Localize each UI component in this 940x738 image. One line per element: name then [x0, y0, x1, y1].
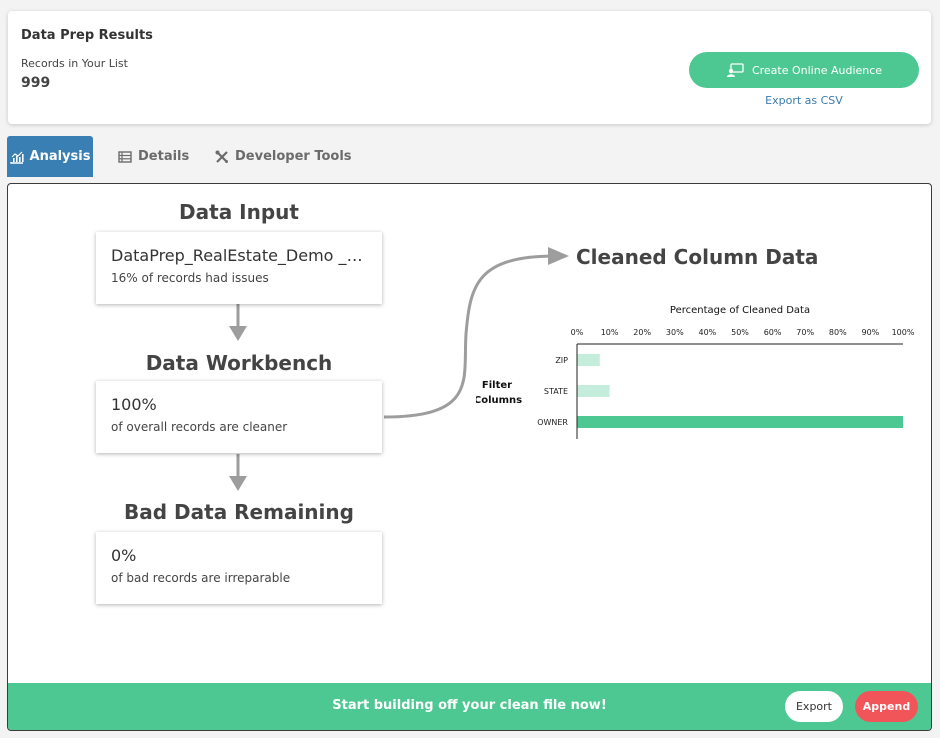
bad-data-box: 0% of bad records are irreparable [96, 532, 382, 604]
chart-ylabel-line2: Columns [476, 395, 522, 406]
data-workbench-title: Data Workbench [145, 351, 333, 375]
export-csv-link[interactable]: Export as CSV [689, 94, 919, 107]
records-count: 999 [21, 75, 51, 91]
arrow-head-cleaned [548, 247, 569, 265]
create-online-audience-label: Create Online Audience [751, 63, 883, 77]
data-input-title: Data Input [179, 200, 299, 224]
export-button[interactable]: Export [785, 691, 843, 722]
data-workbench-percent: 100% [111, 395, 157, 414]
records-label: Records in Your List [21, 57, 128, 70]
data-input-filename: DataPrep_RealEstate_Demo _1... [111, 246, 367, 265]
analysis-panel: Data Input DataPrep_RealEstate_Demo _1..… [7, 183, 932, 731]
bad-data-desc: of bad records are irreparable [111, 571, 291, 585]
chart-x-tick-label: 10% [601, 328, 619, 337]
chart-x-tick-label: 60% [764, 328, 782, 337]
tab-analysis[interactable]: Analysis [7, 136, 93, 177]
chart-category-label: ZIP [555, 356, 568, 365]
chart-category-label: OWNER [537, 418, 568, 427]
chart-x-tick-label: 70% [796, 328, 814, 337]
chart-x-tick-label: 90% [862, 328, 880, 337]
create-online-audience-button[interactable]: Create Online Audience [689, 52, 919, 88]
cleaned-column-title: Cleaned Column Data [576, 245, 819, 269]
chart-x-tick-label: 30% [666, 328, 684, 337]
chart-x-tick-label: 20% [633, 328, 651, 337]
arrow-head-bad [229, 476, 247, 491]
chart-bar-zip [577, 354, 600, 366]
cta-footer-bar: Start building off your clean file now! … [8, 683, 931, 730]
chart-title: Percentage of Cleaned Data [670, 305, 810, 316]
chart-x-tick-label: 40% [699, 328, 717, 337]
audience-icon [726, 63, 744, 77]
chart-bar-owner [577, 416, 903, 428]
cleaned-data-chart: Percentage of Cleaned Data Filter Column… [476, 305, 915, 439]
page-title: Data Prep Results [21, 28, 153, 43]
tab-developer-tools-label: Developer Tools [235, 149, 352, 164]
bad-data-title: Bad Data Remaining [124, 500, 354, 524]
chart-x-tick-label: 0% [571, 328, 584, 337]
bad-data-percent: 0% [111, 546, 137, 565]
tab-details[interactable]: Details [118, 136, 189, 177]
data-input-box: DataPrep_RealEstate_Demo _1... 16% of re… [96, 232, 382, 304]
chart-x-tick-label: 50% [731, 328, 749, 337]
append-button[interactable]: Append [855, 691, 918, 722]
data-input-issues: 16% of records had issues [111, 271, 269, 285]
data-workbench-box: 100% of overall records are cleaner [96, 381, 382, 453]
chart-bar-state [577, 385, 610, 397]
list-icon [118, 150, 132, 163]
arrow-head-workbench [229, 326, 247, 341]
chart-x-tick-label: 100% [892, 328, 915, 337]
tab-details-label: Details [138, 149, 190, 164]
chart-category-label: STATE [544, 387, 568, 396]
tab-analysis-label: Analysis [29, 149, 91, 164]
chart-x-tick-label: 80% [829, 328, 847, 337]
chart-icon [9, 151, 24, 164]
tools-icon [215, 150, 228, 163]
chart-ylabel-line1: Filter [482, 380, 512, 391]
results-header-card: Data Prep Results Records in Your List 9… [8, 11, 931, 124]
tab-developer-tools[interactable]: Developer Tools [215, 136, 352, 177]
data-workbench-desc: of overall records are cleaner [111, 420, 288, 434]
